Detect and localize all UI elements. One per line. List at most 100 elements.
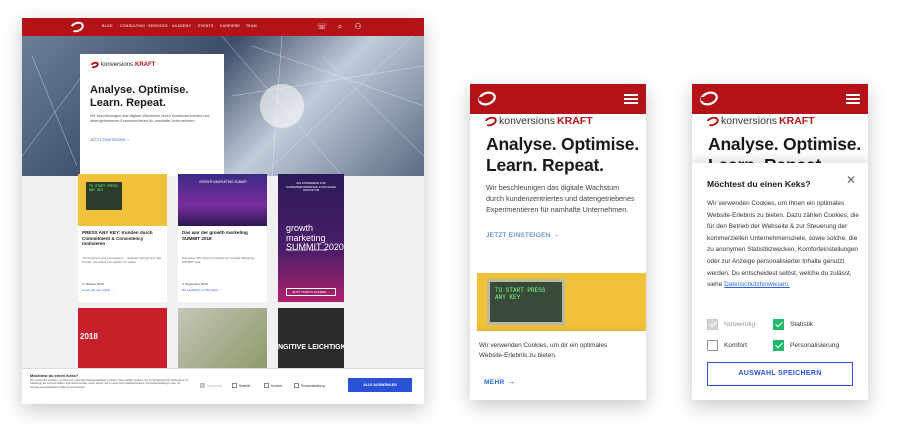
desktop-cookie-banner: Möchtest du einen Keks? Wir verwenden Co… — [22, 368, 424, 404]
checkbox-label: Personalisierung — [301, 383, 325, 388]
logo-suffix: KRAFT — [779, 115, 815, 127]
article-card[interactable]: GROWTH MARKETING SUMMIT Das war der grow… — [178, 174, 267, 302]
summit-ad-meta: September 2020 · Frankfurt/Main — [286, 248, 328, 252]
nav-item-karriere[interactable]: KARRIERE — [220, 24, 240, 28]
mobile-cta-link[interactable]: JETZT EINSTEIGEN → — [486, 232, 559, 239]
modal-body: Wir verwenden Cookies, um Ihnen ein opti… — [707, 200, 859, 289]
hero-card: konversions KRAFT Analyse. Optimise. Lear… — [80, 54, 224, 176]
mobile-cookie-banner: Wir verwenden Cookies, um dir ein optima… — [470, 331, 646, 400]
option-statistik[interactable]: Statistik — [773, 319, 813, 330]
article-card[interactable]: TO START PRESS ANY KEY PRESS ANY KEY: Ku… — [78, 174, 167, 302]
card-image: TO START PRESS ANY KEY — [78, 174, 167, 226]
card-link[interactable]: Die Highlights im Überblick → — [182, 288, 222, 292]
nav-item-consulting[interactable]: CONSULTING — [120, 24, 145, 28]
menu-icon[interactable] — [624, 94, 638, 104]
hero-logo: konversions KRAFT — [89, 60, 155, 70]
cookie-text: Wir verwenden Cookies, um Ihnen ein opti… — [30, 379, 189, 389]
option-label: Komfort — [724, 342, 748, 349]
checkbox-label: Komfort — [271, 383, 283, 388]
mobile-intro-text: Wir beschleunigen das digitale Wachstum … — [486, 183, 635, 214]
save-selection-button[interactable]: AUSWAHL SPEICHERN — [707, 362, 853, 386]
option-notwendig[interactable]: Notwendig — [707, 319, 755, 330]
hero-cta-link[interactable]: JETZT EINSTEIGEN → — [90, 138, 130, 142]
nav-logo-icon[interactable] — [68, 19, 86, 35]
logo-swirl-icon — [482, 114, 499, 128]
card-thumb[interactable] — [178, 308, 267, 368]
card-image: GROWTH MARKETING SUMMIT — [178, 174, 267, 226]
logo-swirl-icon — [89, 60, 100, 70]
option-komfort[interactable]: Komfort — [707, 340, 747, 351]
cookie-text: Wir verwenden Cookies, um dir ein optima… — [479, 342, 608, 359]
checkbox-box[interactable] — [232, 383, 237, 388]
checkbox-label: Statistik — [239, 383, 251, 388]
phone-icon[interactable]: ☏ — [316, 21, 328, 33]
hero-subtitle: Wir beschleunigen das digitale Wachstum … — [90, 114, 210, 123]
logo-swirl-icon — [704, 114, 721, 128]
card-image-text: GROWTH MARKETING SUMMIT — [199, 180, 247, 184]
mobile-logo: konversions KRAFT — [704, 114, 815, 128]
modal-title: Möchtest du einen Keks? — [707, 179, 811, 189]
mobile-logo: konversions KRAFT — [482, 114, 593, 128]
search-icon[interactable]: ⌕ — [334, 21, 346, 33]
option-label: Notwendig — [724, 321, 756, 328]
logo-icon[interactable] — [699, 91, 719, 106]
checkbox-statistik[interactable]: Statistik — [232, 383, 250, 388]
mobile-title: Analyse. Optimise. Learn. Repeat. — [486, 134, 639, 175]
nav-item-events[interactable]: EVENTS — [198, 24, 214, 28]
user-icon[interactable]: ⚇ — [352, 21, 364, 33]
more-button[interactable]: MEHR → — [484, 376, 516, 386]
card-title: PRESS ANY KEY: Kunden durch Commitment &… — [82, 230, 153, 247]
cookie-modal: Möchtest du einen Keks? ✕ Wir verwenden … — [692, 163, 868, 400]
summit-ad-button[interactable]: JETZT TICKETS SICHERN → — [286, 288, 336, 296]
nav-item-blog[interactable]: BLOG — [102, 24, 113, 28]
modal-text: Wir verwenden Cookies, um Ihnen ein opti… — [707, 198, 859, 291]
mobile-header — [692, 84, 868, 114]
card-thumb[interactable]: 2018 — [78, 308, 167, 368]
card-thumb-text: 2018 — [80, 332, 98, 341]
logo-prefix: konversions — [721, 115, 778, 127]
checkbox-unchecked[interactable] — [707, 340, 718, 351]
logo-prefix: konversions — [101, 62, 134, 68]
checkbox-personalisierung[interactable]: Personalisierung — [294, 383, 325, 388]
more-label: MEHR — [484, 379, 505, 386]
nav-item-services[interactable]: SERVICES — [148, 24, 168, 28]
logo-prefix: konversions — [499, 115, 556, 127]
checkbox-komfort[interactable]: Komfort — [264, 383, 282, 388]
close-icon[interactable]: ✕ — [846, 173, 856, 187]
card-excerpt: Wie jedes Jahr fand in Frankfurt der Gro… — [182, 256, 255, 264]
article-image-text: TO START PRESS ANY KEY — [487, 279, 565, 325]
hero-title: Analyse. Optimise. Learn. Repeat. — [90, 84, 189, 109]
checkbox-box[interactable] — [264, 383, 269, 388]
card-title: Das war der growth marketing SUMMIT 2018 — [182, 230, 248, 241]
nav-item-academy[interactable]: ACADEMY — [172, 24, 191, 28]
card-thumb-text: NGITIVE LEICHTIGKE — [278, 344, 344, 351]
card-date: 4. Oktober 2018 — [82, 282, 104, 286]
desktop-screen: BLOG CONSULTING SERVICES ACADEMY EVENTS … — [22, 18, 424, 404]
summit-ad[interactable]: DIE KONFERENZ FÜR KUNDENZENTRIERUNG & DI… — [278, 174, 344, 302]
article-image[interactable]: TO START PRESS ANY KEY — [477, 273, 646, 331]
cta-label: JETZT EINSTEIGEN — [486, 232, 551, 239]
checkbox-checked[interactable] — [773, 340, 784, 351]
desktop-nav-bar: BLOG CONSULTING SERVICES ACADEMY EVENTS … — [22, 18, 424, 36]
card-thumb[interactable]: NGITIVE LEICHTIGKE — [278, 308, 344, 368]
card-image-text: TO START PRESS ANY KEY — [86, 182, 122, 210]
checkbox-box[interactable] — [294, 383, 299, 388]
mobile-header — [470, 84, 646, 114]
checkbox-notwendig[interactable]: Notwendig — [200, 383, 222, 388]
hero-background: konversions KRAFT Analyse. Optimise. Lear… — [22, 36, 424, 176]
checkbox-disabled — [707, 319, 718, 330]
option-personalisierung[interactable]: Personalisierung — [773, 340, 839, 351]
privacy-link[interactable]: Datenschutzhinweisen. — [724, 281, 790, 288]
mobile-screen-1: konversions KRAFT Analyse. Optimise. Lear… — [470, 84, 646, 400]
card-link[interactable]: Lesen Sie den Artikel → — [82, 288, 114, 292]
checkbox-label: Notwendig — [207, 383, 223, 388]
checkbox-checked[interactable] — [773, 319, 784, 330]
option-label: Personalisierung — [790, 342, 840, 349]
nav-item-team[interactable]: TEAM — [246, 24, 257, 28]
logo-icon[interactable] — [477, 91, 497, 106]
checkbox-box[interactable] — [200, 383, 205, 388]
option-label: Statistik — [790, 321, 814, 328]
menu-icon[interactable] — [846, 94, 860, 104]
mobile-screen-2: konversionsKRAFT Analyse. Optimise.Learn… — [692, 84, 868, 400]
select-all-button[interactable]: ALLE AUSWÄHLEN — [348, 378, 412, 392]
